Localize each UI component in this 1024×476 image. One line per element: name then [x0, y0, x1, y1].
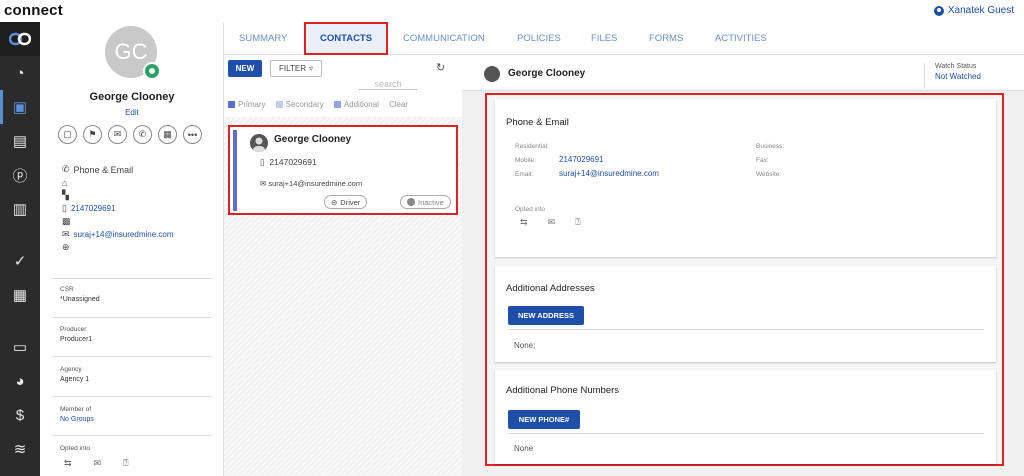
tab-activities[interactable]: ACTIVITIES — [715, 22, 767, 55]
top-bar: connect Xanatek Guest — [0, 0, 1024, 22]
id-card-icon[interactable]: ▤ — [0, 124, 40, 158]
contact-card[interactable]: George Clooney ▯ 2147029691 ✉ suraj+14@i… — [228, 125, 458, 215]
section-title: Phone & Email — [73, 164, 134, 175]
chevron-down-icon: ▿ — [308, 64, 313, 73]
mail-icon: ✉ — [260, 179, 267, 188]
person-badge-icon — [143, 62, 161, 80]
filter-button[interactable]: FILTER ▿ — [270, 60, 322, 77]
csr-field: CSR *Unassigned — [60, 286, 100, 303]
tab-bar: SUMMARY CONTACTS COMMUNICATION POLICIES … — [224, 22, 1024, 55]
globe-icon: ⊕ — [62, 242, 70, 252]
card-email: ✉ suraj+14@insuredmine.com — [260, 179, 363, 188]
app-title: connect — [4, 2, 63, 19]
user-name: Xanatek Guest — [947, 5, 1014, 16]
mail-icon[interactable]: ✉ — [548, 217, 556, 228]
edit-link[interactable]: Edit — [40, 108, 224, 117]
tab-communication[interactable]: COMMUNICATION — [403, 22, 485, 55]
mail-icon[interactable]: ✉ — [94, 458, 102, 469]
opted-icons: ⇆ ✉ ⍰ — [520, 217, 581, 228]
tab-policies[interactable]: POLICIES — [517, 22, 561, 55]
pie-chart-icon[interactable]: ◕ — [0, 364, 40, 398]
legend: Primary Secondary Additional Clear — [228, 100, 408, 109]
new-contact-button[interactable]: NEW — [228, 60, 262, 77]
profile-sidebar: GC George Clooney Edit ▢ ⚑ ✉ ✆ ▦ ••• ✆ Ph… — [40, 22, 224, 476]
producer-field: Producer Producer1 — [60, 326, 93, 343]
note-icon[interactable]: ▢ — [58, 125, 77, 144]
watch-status[interactable]: Watch Status Not Watched — [924, 63, 981, 89]
addresses-panel: Additional Addresses NEW ADDRESS None; — [495, 266, 996, 362]
archive-icon[interactable]: ▭ — [0, 330, 40, 364]
inactive-tag[interactable]: Inactive — [400, 195, 451, 209]
card-name: George Clooney — [274, 134, 352, 145]
more-icon[interactable]: ••• — [183, 125, 202, 144]
refresh-icon[interactable]: ↻ — [436, 61, 445, 74]
mobile-icon: ▯ — [260, 157, 265, 167]
detail-panels: Phone & Email Residential: Mobile: 21470… — [485, 93, 1004, 466]
phone-email-panel: Phone & Email Residential: Mobile: 21470… — [495, 99, 996, 257]
primary-indicator — [233, 130, 237, 211]
contact-detail: George Clooney Watch Status Not Watched … — [462, 55, 1024, 476]
tab-forms[interactable]: FORMS — [649, 22, 683, 55]
dashboard-gauge-icon[interactable]: ◔ — [0, 56, 40, 90]
phone-icon: ✆ — [62, 164, 70, 174]
detail-header: George Clooney Watch Status Not Watched — [462, 55, 1024, 91]
member-field: Member of No Groups — [60, 406, 94, 423]
legend-primary[interactable]: Primary — [228, 100, 266, 109]
phones-panel: Additional Phone Numbers NEW PHONE# None — [495, 370, 996, 464]
email-value[interactable]: suraj+14@insuredmine.com — [559, 169, 659, 178]
tab-files[interactable]: FILES — [591, 22, 617, 55]
calendar-icon[interactable]: ▦ — [0, 278, 40, 312]
opted-icons: ⇆ ✉ ⍰ — [64, 458, 129, 469]
phone-icon[interactable]: ✆ — [133, 125, 152, 144]
detail-name: George Clooney — [508, 68, 586, 79]
text-icon[interactable]: ⍰ — [575, 217, 580, 228]
logo-link-icon[interactable] — [0, 22, 40, 56]
tab-summary[interactable]: SUMMARY — [239, 22, 287, 55]
text-icon[interactable]: ⍰ — [123, 458, 128, 469]
legend-clear[interactable]: Clear — [389, 100, 408, 109]
check-icon[interactable]: ✓ — [0, 244, 40, 278]
policy-p-icon[interactable]: ⓟ — [0, 158, 40, 192]
mail-icon[interactable]: ✉ — [108, 125, 127, 144]
phone-value[interactable]: 2147029691 — [71, 204, 116, 213]
profile-name: George Clooney — [89, 91, 175, 103]
email-value[interactable]: suraj+14@insuredmine.com — [74, 230, 174, 239]
driver-tag[interactable]: ⊖ Driver — [324, 195, 368, 209]
rss-icon[interactable]: ≋ — [0, 432, 40, 466]
sms-icon[interactable]: ⇆ — [520, 217, 528, 228]
phone-email-section: ✆ Phone & Email ⌂ ▚ ▯ 2147029691 ▩ ✉ suraj+… — [62, 163, 174, 254]
fax-icon: ▩ — [62, 216, 71, 226]
avatar: GC — [105, 26, 161, 80]
nav-rail: ◔ ▣ ▤ ⓟ ▥ ✓ ▦ ▭ ◕ $ ≋ — [0, 22, 40, 476]
new-address-button[interactable]: NEW ADDRESS — [508, 306, 584, 325]
agency-field: Agency Agency 1 — [60, 366, 90, 383]
steering-wheel-icon: ⊖ — [331, 197, 338, 207]
legend-additional[interactable]: Additional — [333, 100, 379, 109]
sms-icon[interactable]: ⇆ — [64, 458, 72, 469]
building-icon: ▚ — [62, 190, 69, 200]
user-icon — [933, 5, 944, 16]
contacts-icon[interactable]: ▣ — [0, 90, 40, 124]
mobile-icon: ▯ — [62, 203, 67, 213]
user-menu[interactable]: Xanatek Guest — [933, 5, 1014, 16]
person-icon — [484, 66, 500, 82]
contact-list: NEW FILTER ▿ ↻ search Primary Secondary A… — [224, 55, 462, 476]
search-input[interactable]: search — [358, 79, 418, 90]
avatar-initials: GC — [114, 39, 148, 64]
opted-label: Opted into — [60, 445, 90, 452]
new-phone-button[interactable]: NEW PHONE# — [508, 410, 580, 429]
home-icon: ⌂ — [62, 177, 68, 188]
flag-icon[interactable]: ⚑ — [83, 125, 102, 144]
document-icon[interactable]: ▥ — [0, 192, 40, 226]
tab-contacts[interactable]: CONTACTS — [304, 22, 388, 55]
card-phone: ▯ 2147029691 — [260, 157, 317, 167]
quick-actions: ▢ ⚑ ✉ ✆ ▦ ••• — [58, 125, 202, 144]
mobile-value[interactable]: 2147029691 — [559, 155, 604, 164]
mail-icon: ✉ — [62, 229, 70, 239]
calendar-icon[interactable]: ▦ — [158, 125, 177, 144]
person-icon — [250, 134, 268, 152]
legend-secondary[interactable]: Secondary — [275, 100, 324, 109]
dollar-icon[interactable]: $ — [0, 398, 40, 432]
status-dot-icon — [407, 198, 415, 206]
